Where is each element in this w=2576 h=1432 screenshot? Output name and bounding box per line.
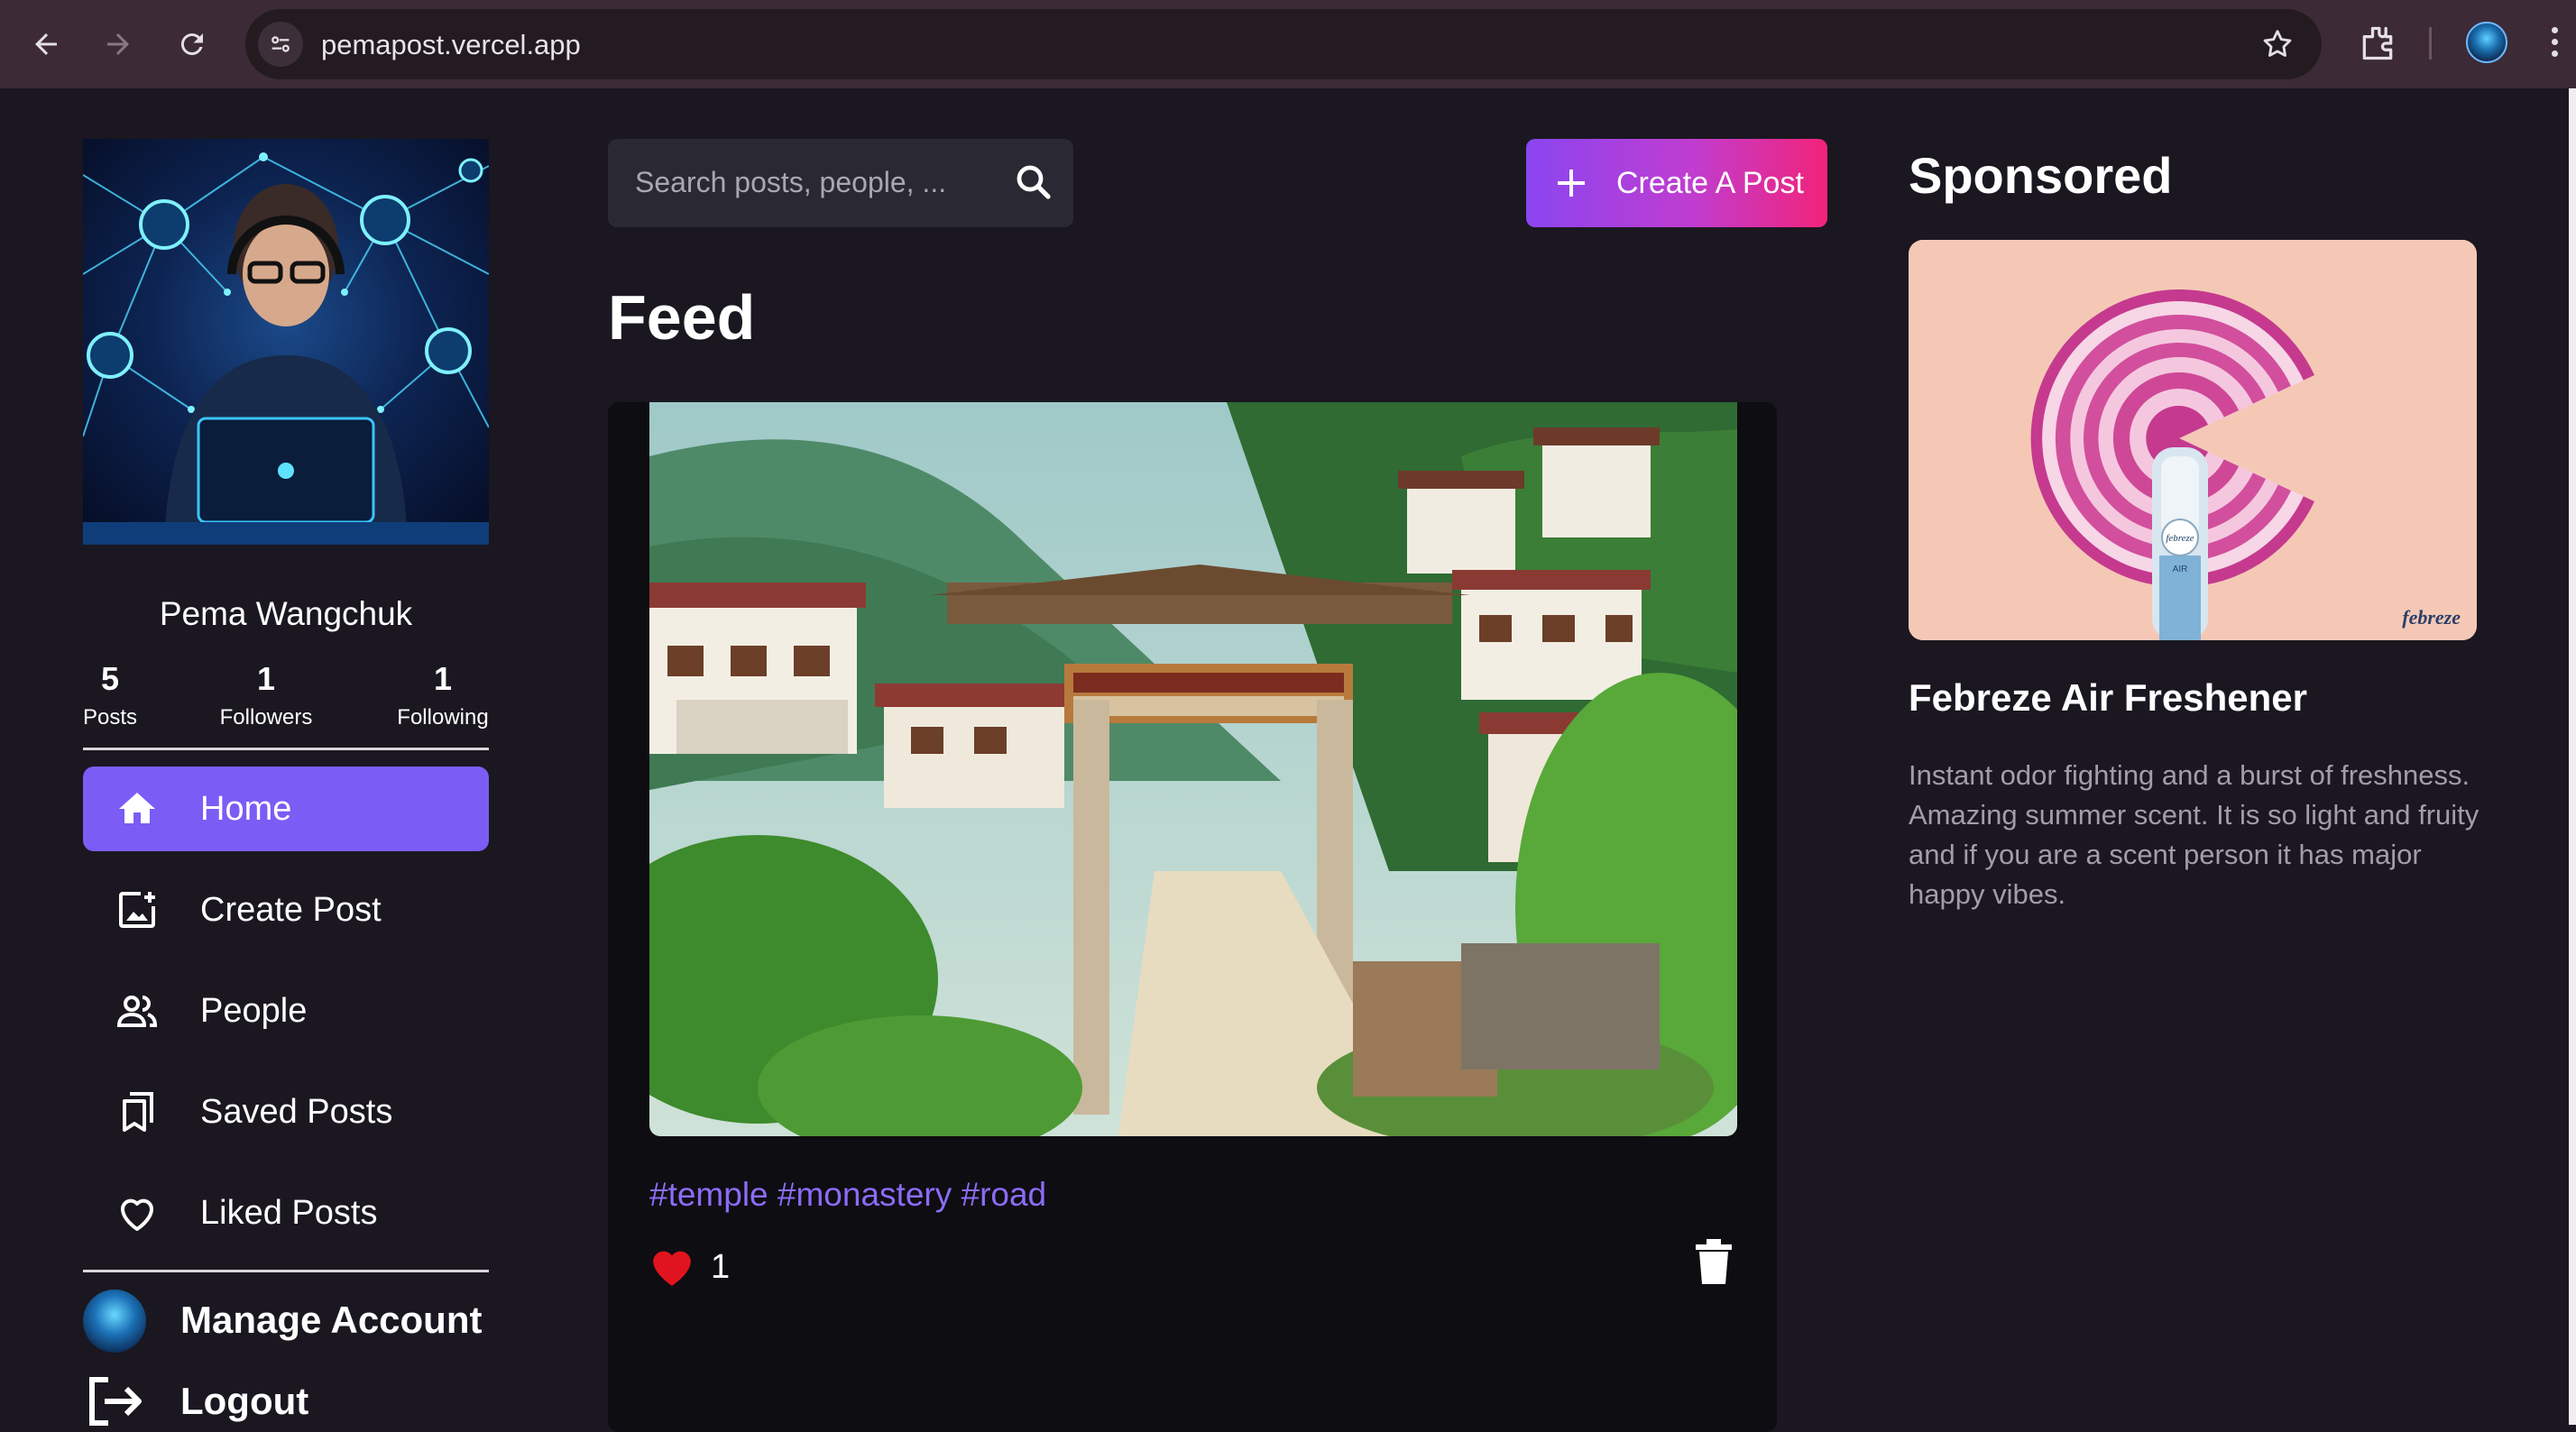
reload-icon[interactable] xyxy=(170,22,215,67)
stat-posts[interactable]: 5 Posts xyxy=(83,660,137,730)
stat-value: 5 xyxy=(100,660,120,697)
stat-value: 1 xyxy=(433,660,453,697)
bookmark-star-icon[interactable] xyxy=(2260,27,2295,61)
sidebar-item-saved-posts[interactable]: Saved Posts xyxy=(83,1069,489,1154)
account-avatar[interactable] xyxy=(83,1290,146,1353)
sidebar-divider xyxy=(83,1270,489,1272)
post-card: #temple #monastery #road 1 xyxy=(608,402,1777,1432)
stat-value: 1 xyxy=(256,660,276,697)
extensions-icon[interactable] xyxy=(2358,23,2397,63)
sidebar-item-label: Home xyxy=(200,789,292,828)
ad-bottle-logo: febreze xyxy=(2166,533,2194,544)
toolbar-divider xyxy=(2429,27,2432,60)
sidebar-item-label: Create Post xyxy=(200,890,382,929)
back-icon[interactable] xyxy=(23,22,69,67)
page-content: Pema Wangchuk 5 Posts 1 Followers 1 Foll… xyxy=(0,88,2576,1432)
ad-brand-logo: febreze xyxy=(2402,606,2461,629)
stat-label: Posts xyxy=(83,705,138,730)
bookmarks-icon xyxy=(115,1090,159,1134)
logout-icon[interactable] xyxy=(87,1376,144,1427)
post-image[interactable] xyxy=(649,402,1737,1136)
sponsored-heading: Sponsored xyxy=(1909,147,2173,204)
search-icon[interactable] xyxy=(1012,161,1055,204)
ad-title[interactable]: Febreze Air Freshener xyxy=(1909,676,2307,720)
sidebar-divider xyxy=(83,748,489,750)
home-icon xyxy=(115,787,159,831)
stat-label: Followers xyxy=(219,705,313,730)
like-count: 1 xyxy=(711,1248,731,1286)
page-title: Feed xyxy=(608,282,756,353)
logout-link[interactable]: Logout xyxy=(180,1380,308,1423)
create-post-button[interactable]: Create A Post xyxy=(1526,139,1827,227)
stat-label: Following xyxy=(397,705,489,730)
trash-icon[interactable] xyxy=(1694,1239,1734,1286)
sidebar-item-label: Saved Posts xyxy=(200,1092,393,1131)
search-input[interactable] xyxy=(635,164,996,200)
people-icon xyxy=(115,989,159,1033)
more-menu-icon[interactable] xyxy=(2547,23,2562,63)
profile-picture[interactable] xyxy=(83,139,489,545)
browser-toolbar: pemapost.vercel.app xyxy=(0,0,2576,88)
ad-bottle-text: AIR xyxy=(2173,565,2188,574)
post-hashtags[interactable]: #temple #monastery #road xyxy=(649,1176,1046,1214)
plus-icon xyxy=(1558,170,1585,197)
heart-outline-icon xyxy=(115,1191,159,1235)
site-settings-icon[interactable] xyxy=(258,22,303,67)
sidebar-item-label: People xyxy=(200,991,308,1030)
search-bar[interactable] xyxy=(608,139,1073,227)
sidebar-item-people[interactable]: People xyxy=(83,968,489,1053)
sidebar-item-label: Liked Posts xyxy=(200,1193,378,1232)
stat-followers[interactable]: 1 Followers xyxy=(216,660,316,730)
sidebar-item-liked-posts[interactable]: Liked Posts xyxy=(83,1170,489,1255)
user-name[interactable]: Pema Wangchuk xyxy=(83,595,489,633)
url-text[interactable]: pemapost.vercel.app xyxy=(321,29,581,61)
add-photo-icon xyxy=(115,888,159,932)
ad-image[interactable]: febreze AIR febreze xyxy=(1909,240,2477,640)
sidebar-item-create-post[interactable]: Create Post xyxy=(83,867,489,952)
forward-icon[interactable] xyxy=(96,22,141,67)
ad-description: Instant odor fighting and a burst of fre… xyxy=(1909,759,2479,910)
manage-account-link[interactable]: Manage Account xyxy=(180,1299,482,1342)
address-bar[interactable]: pemapost.vercel.app xyxy=(245,9,2322,79)
heart-icon[interactable] xyxy=(649,1246,695,1288)
create-post-label: Create A Post xyxy=(1616,166,1804,200)
scrollbar-edge[interactable] xyxy=(2569,88,2576,1425)
profile-avatar[interactable] xyxy=(2466,22,2507,63)
stat-following[interactable]: 1 Following xyxy=(393,660,492,730)
sidebar-item-home[interactable]: Home xyxy=(83,766,489,851)
